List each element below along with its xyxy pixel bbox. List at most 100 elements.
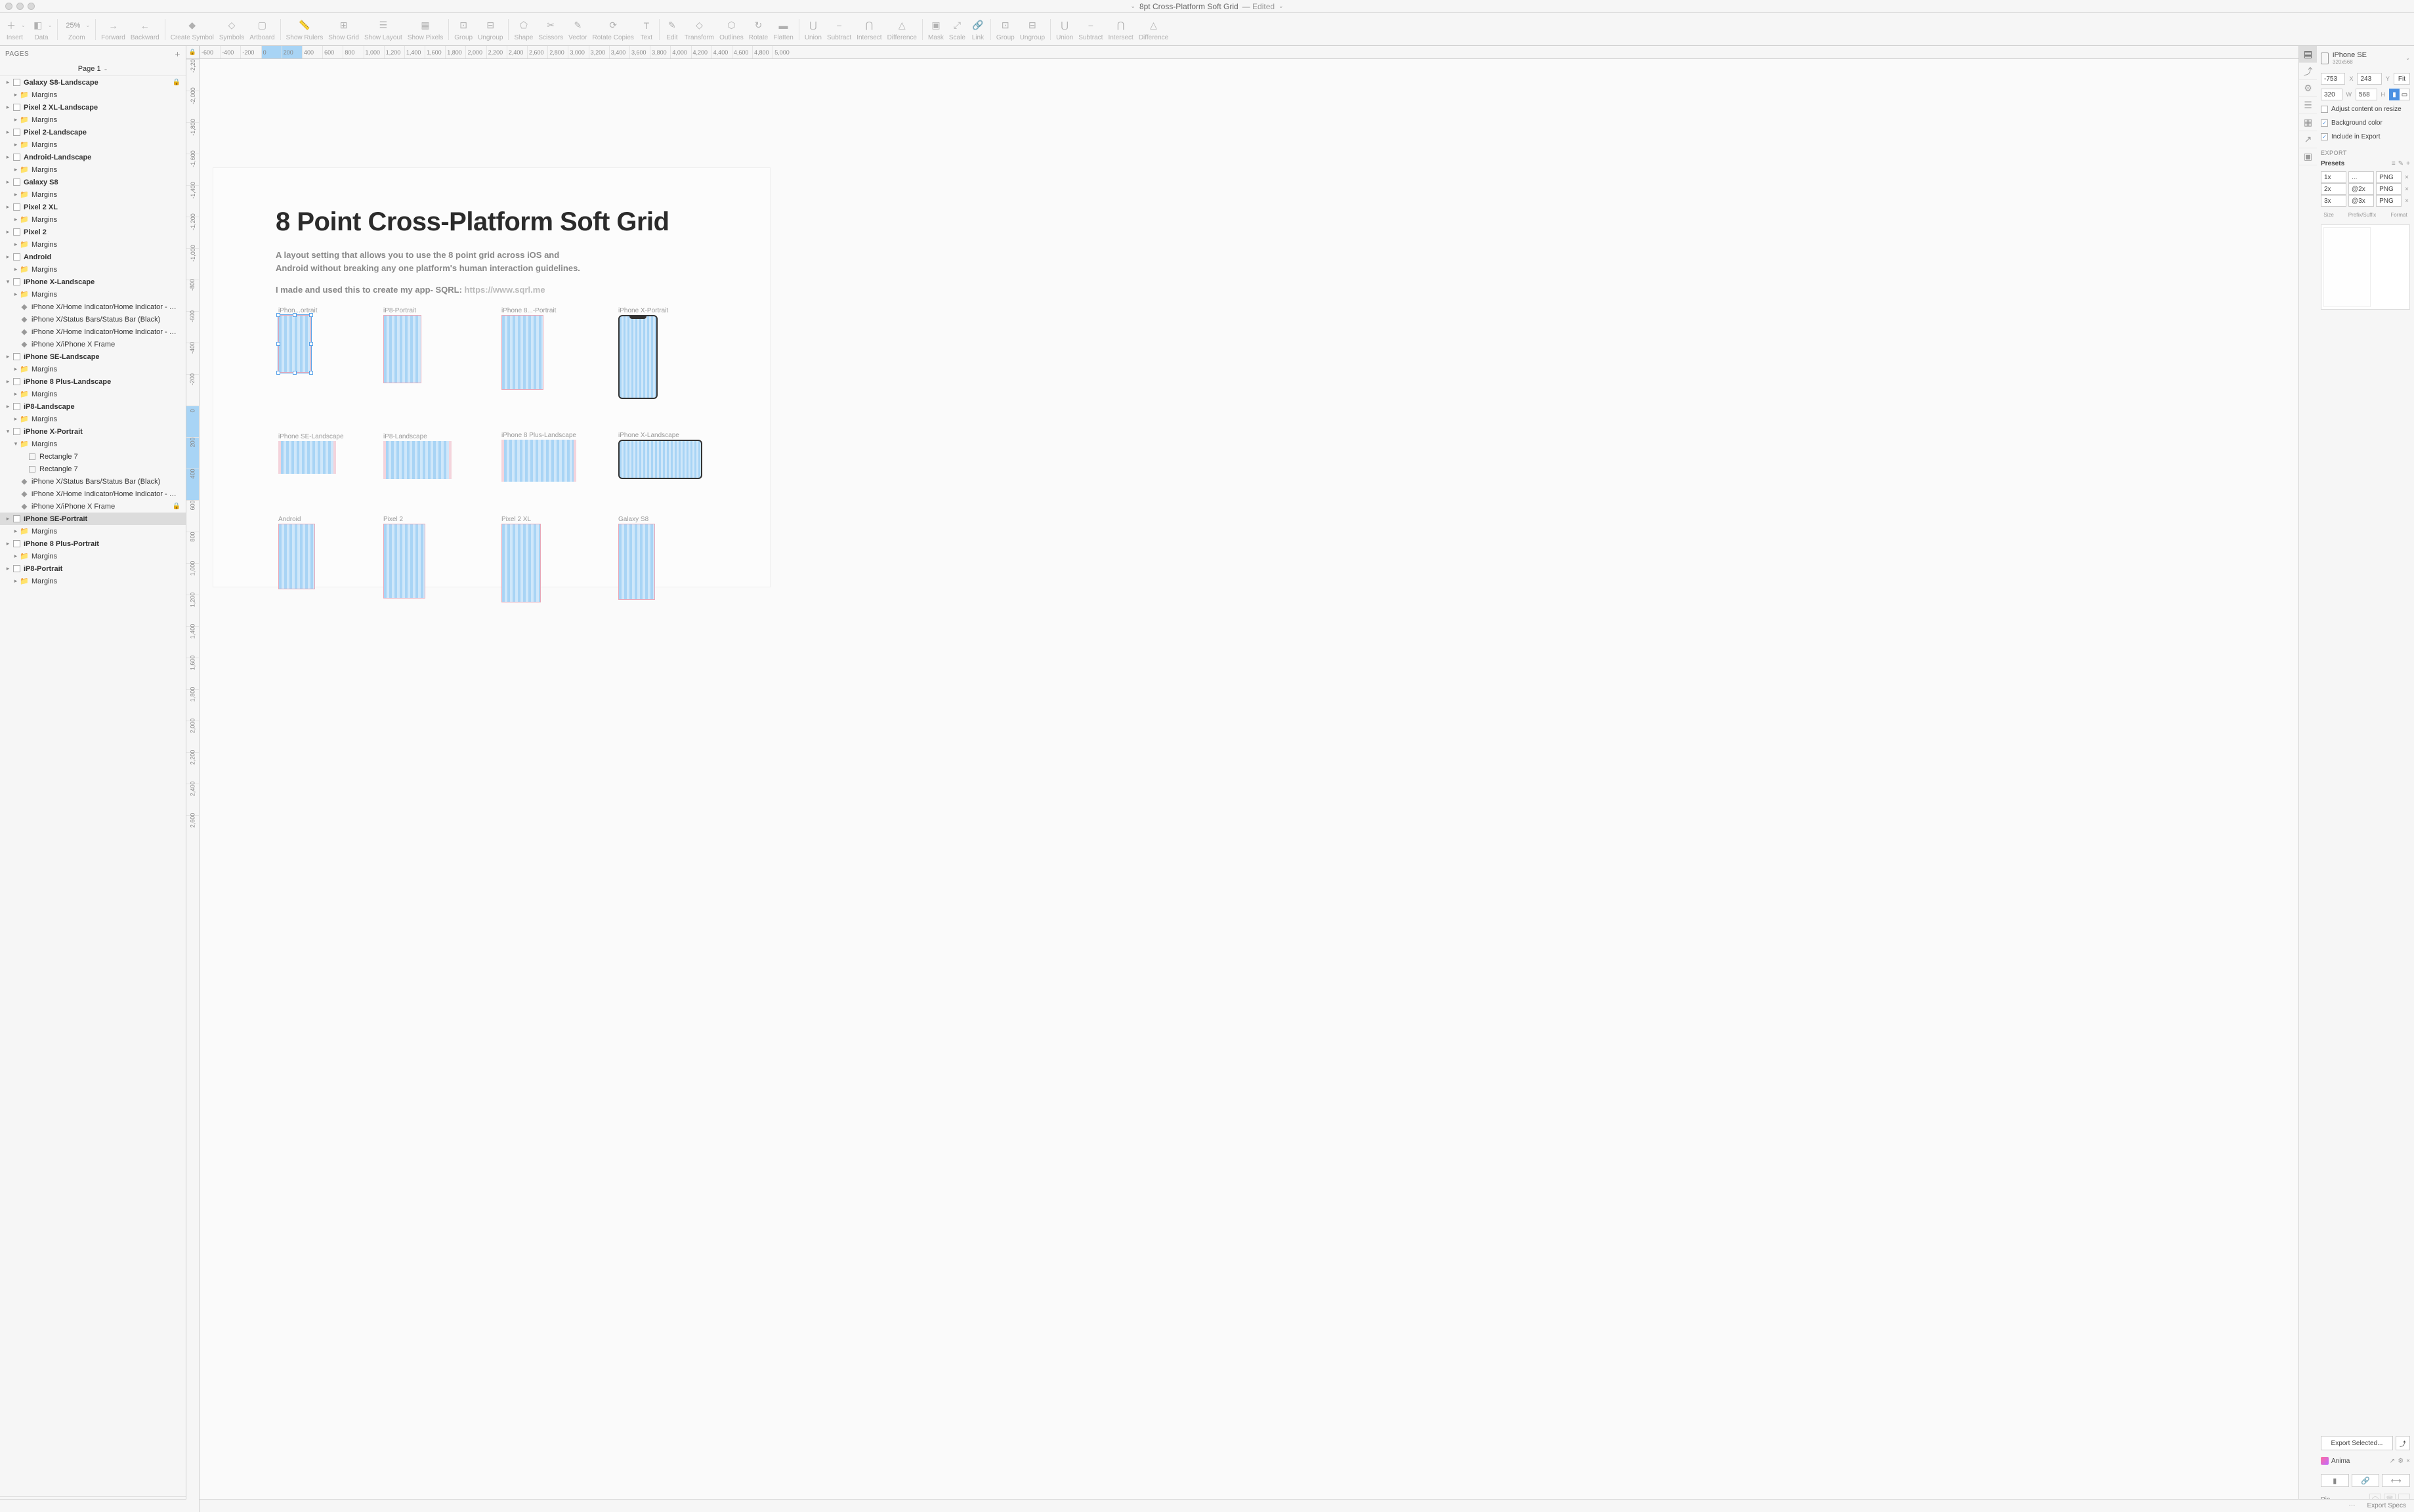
layer-row[interactable]: ◆iPhone X/Home Indicator/Home Indicator … bbox=[0, 488, 186, 500]
tool-create-symbol[interactable]: ◆Create Symbol bbox=[171, 18, 214, 41]
tool-ungroup[interactable]: ⊟Ungroup bbox=[1020, 18, 1045, 41]
layer-row[interactable]: ▸iPhone SE-Landscape bbox=[0, 350, 186, 363]
tool-insert[interactable]: ＋⌄Insert bbox=[4, 18, 26, 41]
layer-row[interactable]: ▸iP8-Landscape bbox=[0, 400, 186, 413]
layer-row[interactable]: ▸iP8-Portrait bbox=[0, 562, 186, 575]
layer-row[interactable]: ▾iPhone X-Portrait bbox=[0, 425, 186, 438]
disclosure-triangle[interactable]: ▸ bbox=[4, 104, 12, 111]
disclosure-triangle[interactable]: ▸ bbox=[12, 266, 20, 273]
disclosure-triangle[interactable]: ▸ bbox=[12, 528, 20, 535]
tool-scissors[interactable]: ✂Scissors bbox=[538, 18, 563, 41]
current-page[interactable]: Page 1 ⌄ bbox=[0, 62, 186, 76]
x-input[interactable]: -753 bbox=[2321, 73, 2345, 85]
preset-format[interactable]: PNG bbox=[2376, 195, 2402, 207]
tool-group[interactable]: ⊡Group bbox=[454, 18, 473, 41]
preset-remove[interactable]: × bbox=[2403, 198, 2410, 205]
inspector-tab-list[interactable]: ☰ bbox=[2299, 97, 2317, 114]
layer-row[interactable]: ▸📁Margins bbox=[0, 525, 186, 537]
disclosure-triangle[interactable]: ▸ bbox=[12, 91, 20, 98]
layer-row[interactable]: ▸📁Margins bbox=[0, 363, 186, 375]
layer-row[interactable]: ▸📁Margins bbox=[0, 263, 186, 276]
layer-row[interactable]: Rectangle 7 bbox=[0, 463, 186, 475]
artboard-label[interactable]: Galaxy S8 bbox=[618, 516, 648, 523]
artboard-label[interactable]: iPhone SE-Landscape bbox=[278, 433, 344, 440]
zoom-window[interactable] bbox=[28, 3, 35, 10]
artboard-label[interactable]: iPhone 8...-Portrait bbox=[501, 307, 556, 314]
disclosure-triangle[interactable]: ▸ bbox=[12, 166, 20, 173]
tool-data[interactable]: ◧⌄Data bbox=[31, 18, 53, 41]
tool-mask[interactable]: ▣Mask bbox=[928, 18, 944, 41]
layer-row[interactable]: ▸Pixel 2 XL bbox=[0, 201, 186, 213]
tool-vector[interactable]: ✎Vector bbox=[568, 18, 587, 41]
disclosure-triangle[interactable]: ▸ bbox=[12, 191, 20, 198]
tool-edit[interactable]: ✎Edit bbox=[665, 18, 679, 41]
inspector-tab-layers[interactable]: ▦ bbox=[2299, 114, 2317, 131]
tool-difference[interactable]: △Difference bbox=[887, 18, 917, 41]
tool-symbols[interactable]: ◇Symbols bbox=[219, 18, 244, 41]
tool-rotate-copies[interactable]: ⟳Rotate Copies bbox=[593, 18, 634, 41]
layer-row[interactable]: ▸📁Margins bbox=[0, 413, 186, 425]
tool-subtract[interactable]: −Subtract bbox=[827, 18, 851, 41]
tool-scale[interactable]: ⤢Scale bbox=[949, 18, 965, 41]
preset-prefix[interactable]: @2x bbox=[2348, 183, 2374, 195]
export-specs-button[interactable]: Export Specs bbox=[2365, 1502, 2409, 1509]
preset-format[interactable]: PNG bbox=[2376, 183, 2402, 195]
artboard-label[interactable]: Android bbox=[278, 516, 301, 523]
presets-settings-icon[interactable]: ≡ bbox=[2392, 160, 2396, 167]
artboard-label[interactable]: iPhone X-Portrait bbox=[618, 307, 668, 314]
inspector-tab-export[interactable]: ⤴ bbox=[2299, 63, 2317, 80]
tool-transform[interactable]: ◇Transform bbox=[685, 18, 714, 41]
disclosure-triangle[interactable]: ▸ bbox=[12, 390, 20, 398]
disclosure-triangle[interactable]: ▾ bbox=[4, 278, 12, 285]
inspector-tab-arrow[interactable]: ↗ bbox=[2299, 131, 2317, 148]
canvas-area[interactable]: 🔒 -600-400-20002004006008001,0001,2001,4… bbox=[186, 46, 2298, 1512]
layer-row[interactable]: ▾iPhone X-Landscape bbox=[0, 276, 186, 288]
disclosure-triangle[interactable]: ▸ bbox=[4, 403, 12, 410]
artboard-label[interactable]: iPhone 8 Plus-Landscape bbox=[501, 432, 576, 439]
artboard[interactable] bbox=[501, 440, 576, 482]
layer-row[interactable]: ▸📁Margins bbox=[0, 89, 186, 101]
export-share-button[interactable]: ⤴ bbox=[2396, 1436, 2410, 1450]
layer-row[interactable]: ◆iPhone X/Status Bars/Status Bar (Black) bbox=[0, 313, 186, 326]
disclosure-triangle[interactable]: ▸ bbox=[4, 79, 12, 86]
w-input[interactable]: 320 bbox=[2321, 89, 2342, 100]
h-input[interactable]: 568 bbox=[2356, 89, 2377, 100]
layer-row[interactable]: ▸📁Margins bbox=[0, 550, 186, 562]
artboard[interactable] bbox=[618, 524, 655, 600]
artboard-label[interactable]: iP8-Portrait bbox=[383, 307, 416, 314]
layer-row[interactable]: ▸📁Margins bbox=[0, 575, 186, 587]
inspector-tab-image[interactable]: ▣ bbox=[2299, 148, 2317, 165]
layer-row[interactable]: ◆iPhone X/Home Indicator/Home Indicator … bbox=[0, 326, 186, 338]
disclosure-triangle[interactable]: ▸ bbox=[12, 116, 20, 123]
tool-zoom[interactable]: 25%⌄Zoom bbox=[63, 18, 90, 41]
preset-format[interactable]: PNG bbox=[2376, 171, 2402, 183]
layer-row[interactable]: ▸Pixel 2 bbox=[0, 226, 186, 238]
artboard[interactable] bbox=[383, 524, 425, 598]
ruler-horizontal[interactable]: -600-400-20002004006008001,0001,2001,400… bbox=[200, 46, 2298, 59]
preset-prefix[interactable]: @3x bbox=[2348, 195, 2374, 207]
artboard-label[interactable]: iP8-Landscape bbox=[383, 433, 427, 440]
artboard[interactable] bbox=[501, 315, 543, 390]
disclosure-triangle[interactable]: ▸ bbox=[12, 415, 20, 423]
fit-button[interactable]: Fit bbox=[2394, 73, 2410, 85]
tool-show-grid[interactable]: ⊞Show Grid bbox=[328, 18, 359, 41]
anima-gear-icon[interactable]: ⚙ bbox=[2398, 1458, 2403, 1465]
anima-tab-2[interactable]: 🔗 bbox=[2352, 1474, 2380, 1487]
disclosure-triangle[interactable]: ▸ bbox=[12, 553, 20, 560]
tool-backward[interactable]: ←Backward bbox=[131, 18, 159, 41]
artboard-label[interactable]: Pixel 2 bbox=[383, 516, 403, 523]
artboard[interactable] bbox=[383, 441, 452, 479]
bgcolor-checkbox[interactable] bbox=[2321, 119, 2328, 127]
tool-ungroup[interactable]: ⊟Ungroup bbox=[478, 18, 503, 41]
close-window[interactable] bbox=[5, 3, 12, 10]
disclosure-triangle[interactable]: ▸ bbox=[12, 241, 20, 248]
disclosure-triangle[interactable]: ▸ bbox=[4, 228, 12, 236]
layer-row[interactable]: ▸Android-Landscape bbox=[0, 151, 186, 163]
preset-remove[interactable]: × bbox=[2403, 186, 2410, 193]
artboard[interactable] bbox=[501, 524, 541, 602]
layer-row[interactable]: Rectangle 7 bbox=[0, 450, 186, 463]
ruler-origin[interactable]: 🔒 bbox=[186, 46, 200, 59]
include-checkbox-row[interactable]: Include in Export bbox=[2321, 132, 2410, 142]
preset-prefix[interactable]: ... bbox=[2348, 171, 2374, 183]
tool-shape[interactable]: ⬠Shape bbox=[514, 18, 533, 41]
